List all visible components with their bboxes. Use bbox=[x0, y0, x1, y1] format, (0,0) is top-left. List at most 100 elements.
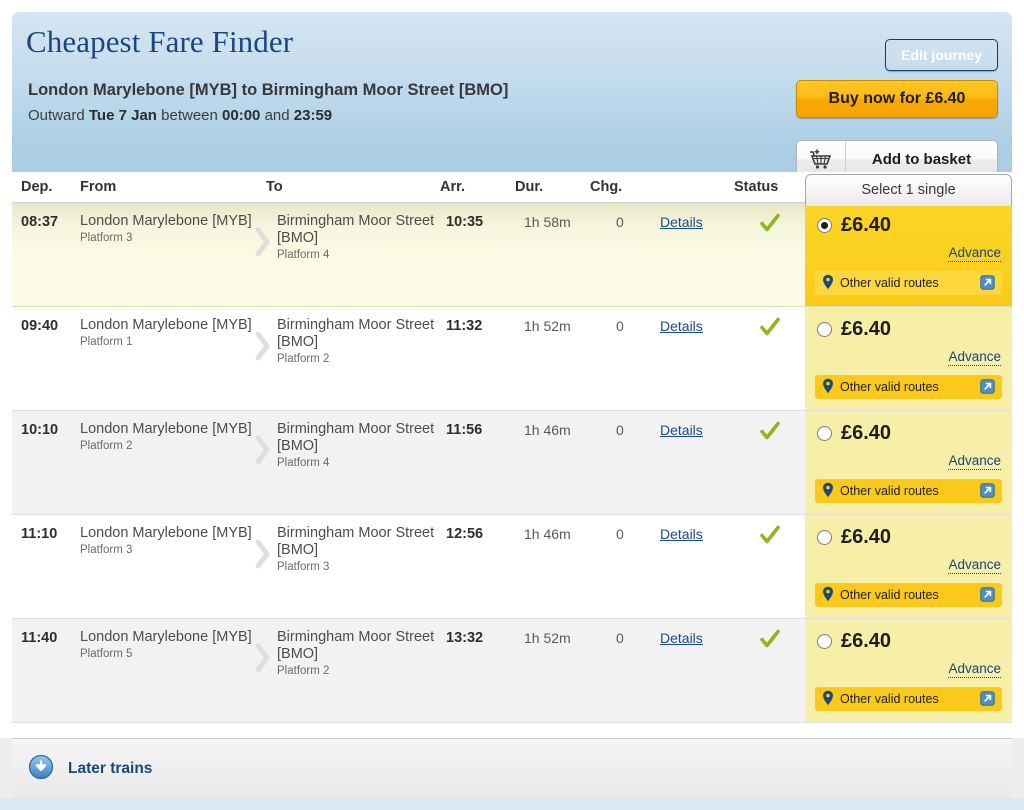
outward-time-from-value: 00:00 bbox=[222, 107, 260, 124]
fare-radio-button[interactable] bbox=[817, 634, 832, 649]
outward-and-label: and bbox=[265, 107, 290, 124]
fare-radio-button[interactable] bbox=[817, 322, 832, 337]
row-departure-time: 08:37 bbox=[21, 214, 58, 230]
fare-type-link[interactable]: Advance bbox=[948, 557, 1001, 574]
row-from-station: London Marylebone [MYB] bbox=[80, 629, 255, 646]
outward-prefix-label: Outward bbox=[28, 107, 85, 124]
row-from-platform: Platform 3 bbox=[80, 232, 255, 244]
row-from-station: London Marylebone [MYB] bbox=[80, 317, 255, 334]
row-from-cell: London Marylebone [MYB] Platform 3 bbox=[80, 525, 255, 556]
green-check-icon bbox=[758, 211, 782, 235]
later-trains-link[interactable]: Later trains bbox=[68, 760, 152, 778]
column-header-arr: Arr. bbox=[440, 179, 465, 195]
fare-select-group[interactable]: £6.40 bbox=[817, 630, 891, 653]
fare-type-link[interactable]: Advance bbox=[948, 661, 1001, 678]
other-valid-routes-label: Other valid routes bbox=[840, 484, 939, 498]
row-arrival-time: 11:32 bbox=[446, 318, 482, 334]
select-single-tab[interactable]: Select 1 single bbox=[805, 174, 1012, 206]
fare-radio-button[interactable] bbox=[817, 426, 832, 441]
table-row[interactable]: 11:10London Marylebone [MYB]Platform 3Bi… bbox=[12, 515, 1012, 619]
row-fare-panel[interactable]: £6.40 Advance Other valid routes bbox=[805, 307, 1012, 410]
row-to-cell: Birmingham Moor Street [BMO] Platform 4 bbox=[277, 213, 452, 261]
table-body: 08:37 London Marylebone [MYB] Platform 3 Bi… bbox=[12, 203, 1012, 723]
chevron-right-icon bbox=[255, 435, 271, 465]
other-valid-routes-button[interactable]: Other valid routes bbox=[815, 271, 1002, 295]
green-check-icon bbox=[758, 523, 782, 547]
external-link-icon bbox=[980, 483, 995, 501]
row-to-platform: Platform 4 bbox=[277, 457, 452, 469]
other-valid-routes-button[interactable]: Other valid routes bbox=[815, 583, 1002, 607]
fare-price: £6.40 bbox=[841, 422, 891, 445]
row-from-cell: London Marylebone [MYB]Platform 3 bbox=[80, 213, 255, 244]
row-details-link[interactable]: Details bbox=[660, 630, 703, 646]
chevron-right-icon bbox=[255, 539, 271, 569]
fare-price: £6.40 bbox=[841, 526, 891, 549]
row-from-station: London Marylebone [MYB] bbox=[80, 525, 255, 542]
row-from-platform: Platform 2 bbox=[80, 440, 255, 452]
row-duration: 1h 52m bbox=[524, 318, 571, 334]
row-changes: 0 bbox=[616, 214, 624, 230]
page-bottom-strip bbox=[0, 798, 1024, 810]
journey-header-panel: Cheapest Fare Finder London Marylebone [… bbox=[12, 12, 1012, 172]
row-to-station: Birmingham Moor Street [BMO] bbox=[277, 213, 452, 247]
outward-between-label: between bbox=[161, 107, 218, 124]
row-from-station: London Marylebone [MYB] bbox=[80, 421, 255, 438]
row-to-platform: Platform 2 bbox=[277, 665, 452, 677]
fare-price: £6.40 bbox=[841, 214, 891, 237]
row-to-station: Birmingham Moor Street [BMO] bbox=[277, 421, 452, 455]
other-valid-routes-label: Other valid routes bbox=[840, 588, 939, 602]
other-valid-routes-label: Other valid routes bbox=[840, 276, 939, 290]
row-duration: 1h 46m bbox=[524, 526, 571, 542]
other-valid-routes-button[interactable]: Other valid routes bbox=[815, 687, 1002, 711]
chevron-right-icon bbox=[255, 331, 271, 361]
later-trains-bar[interactable]: Later trains bbox=[12, 738, 1012, 798]
other-valid-routes-button[interactable]: Other valid routes bbox=[815, 479, 1002, 503]
chevron-right-icon bbox=[255, 227, 271, 257]
external-link-icon bbox=[980, 587, 995, 605]
map-pin-icon bbox=[822, 482, 834, 501]
edit-journey-button[interactable]: Edit journey bbox=[885, 39, 998, 71]
row-from-platform: Platform 5 bbox=[80, 648, 255, 660]
row-departure-time: 10:10 bbox=[21, 422, 58, 438]
row-fare-panel[interactable]: £6.40 Advance Other valid routes bbox=[805, 203, 1012, 306]
row-details-link[interactable]: Details bbox=[660, 422, 703, 438]
row-details-link[interactable]: Details bbox=[660, 526, 703, 542]
table-row[interactable]: 11:40London Marylebone [MYB]Platform 5Bi… bbox=[12, 619, 1012, 723]
green-check-icon bbox=[758, 315, 782, 339]
table-row[interactable]: 10:10 London Marylebone [MYB] Platform 2 Bi… bbox=[12, 411, 1012, 515]
row-from-platform: Platform 3 bbox=[80, 544, 255, 556]
fare-select-group[interactable]: £6.40 bbox=[817, 318, 891, 341]
row-to-platform: Platform 4 bbox=[277, 249, 452, 261]
column-header-chg: Chg. bbox=[590, 179, 622, 195]
fare-radio-button[interactable] bbox=[817, 530, 832, 545]
fare-radio-button[interactable] bbox=[817, 218, 832, 233]
external-link-icon bbox=[980, 379, 995, 397]
fare-select-group[interactable]: £6.40 bbox=[817, 526, 891, 549]
other-valid-routes-label: Other valid routes bbox=[840, 692, 939, 706]
row-details-link[interactable]: Details bbox=[660, 318, 703, 334]
fare-select-group[interactable]: £6.40 bbox=[817, 422, 891, 445]
row-fare-panel[interactable]: £6.40 Advance Other valid routes bbox=[805, 515, 1012, 618]
column-header-to: To bbox=[266, 179, 283, 195]
other-valid-routes-button[interactable]: Other valid routes bbox=[815, 375, 1002, 399]
table-row[interactable]: 08:37 London Marylebone [MYB]Platform 3 Bi… bbox=[12, 203, 1012, 307]
outward-time-to-value: 23:59 bbox=[294, 107, 332, 124]
map-pin-icon bbox=[822, 690, 834, 709]
row-to-station: Birmingham Moor Street [BMO] bbox=[277, 525, 452, 559]
table-row[interactable]: 09:40London Marylebone [MYB]Platform 1Bi… bbox=[12, 307, 1012, 411]
row-changes: 0 bbox=[616, 526, 624, 542]
fare-type-link[interactable]: Advance bbox=[948, 453, 1001, 470]
row-to-cell: Birmingham Moor Street [BMO] Platform 4 bbox=[277, 421, 452, 469]
row-arrival-time: 11:56 bbox=[446, 422, 482, 438]
buy-now-button[interactable]: Buy now for £6.40 bbox=[796, 80, 998, 118]
fare-select-group[interactable]: £6.40 bbox=[817, 214, 891, 237]
row-to-cell: Birmingham Moor Street [BMO]Platform 3 bbox=[277, 525, 452, 573]
row-fare-panel[interactable]: £6.40 Advance Other valid routes bbox=[805, 411, 1012, 514]
row-details-link[interactable]: Details bbox=[660, 214, 703, 230]
row-fare-panel[interactable]: £6.40 Advance Other valid routes bbox=[805, 619, 1012, 722]
fare-type-link[interactable]: Advance bbox=[948, 349, 1001, 366]
map-pin-icon bbox=[822, 378, 834, 397]
column-header-dep: Dep. bbox=[21, 179, 52, 195]
fare-type-link[interactable]: Advance bbox=[948, 245, 1001, 262]
row-arrival-time: 13:32 bbox=[446, 630, 483, 646]
